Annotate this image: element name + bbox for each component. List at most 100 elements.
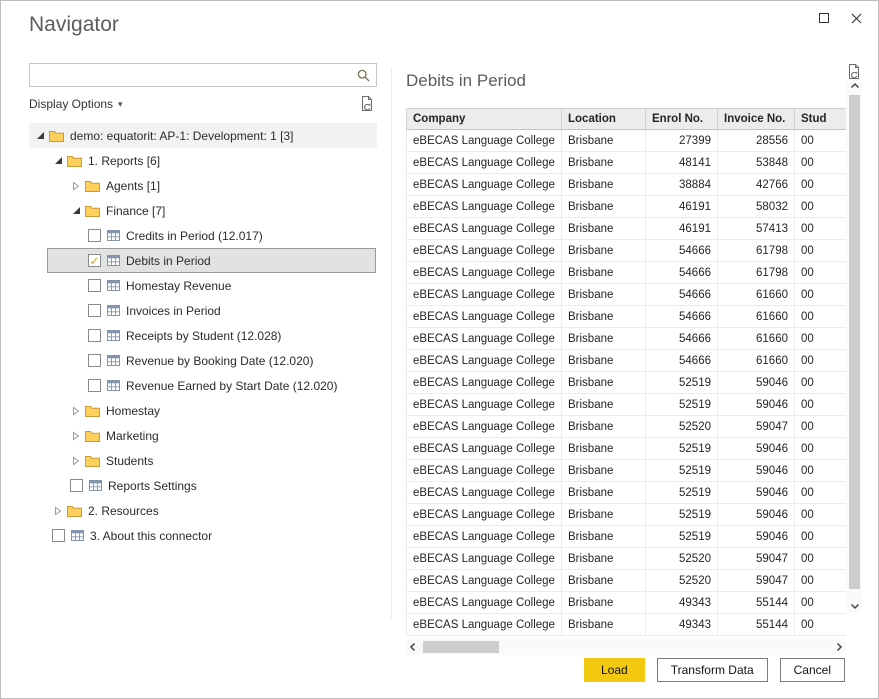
tree-item-revenue-by-booking-date-12-020[interactable]: Revenue by Booking Date (12.020) <box>29 348 377 373</box>
tree-item-demo-equatorit-ap-1-development-1-3[interactable]: demo: equatorit: AP-1: Development: 1 [3… <box>29 123 377 148</box>
item-checkbox[interactable] <box>52 529 65 542</box>
table-cell: 59047 <box>718 548 795 570</box>
expand-icon[interactable] <box>70 181 82 191</box>
navigator-dialog: Navigator Display Options ▾ <box>0 0 879 699</box>
vertical-scrollbar[interactable] <box>847 79 862 613</box>
refresh-icon[interactable] <box>359 95 375 112</box>
load-button[interactable]: Load <box>584 658 645 682</box>
table-cell: 00 <box>795 526 847 548</box>
transform-data-button[interactable]: Transform Data <box>657 658 768 682</box>
tree-item-label: Revenue by Booking Date (12.020) <box>126 354 313 368</box>
tree-item-revenue-earned-by-start-date-12-020[interactable]: Revenue Earned by Start Date (12.020) <box>29 373 377 398</box>
table-row: eBECAS Language CollegeBrisbane525195904… <box>407 372 847 394</box>
folder-icon <box>67 155 82 167</box>
table-cell: 49343 <box>646 614 718 636</box>
table-cell: 00 <box>795 152 847 174</box>
dialog-title: Navigator <box>29 13 119 37</box>
refresh-preview-icon[interactable] <box>846 63 862 80</box>
preview-title: Debits in Period <box>406 71 862 91</box>
horizontal-scrollbar[interactable] <box>406 639 846 655</box>
table-cell: Brisbane <box>562 504 646 526</box>
tree-item-3-about-this-connector[interactable]: 3. About this connector <box>29 523 377 548</box>
table-row: eBECAS Language CollegeBrisbane546666179… <box>407 240 847 262</box>
tree-item-reports-settings[interactable]: Reports Settings <box>29 473 377 498</box>
expand-icon[interactable] <box>70 406 82 416</box>
search-input[interactable] <box>35 66 350 84</box>
item-checkbox[interactable] <box>70 479 83 492</box>
tree-item-finance-7[interactable]: Finance [7] <box>29 198 377 223</box>
table-row: eBECAS Language CollegeBrisbane546666166… <box>407 328 847 350</box>
tree-item-1-reports-6[interactable]: 1. Reports [6] <box>29 148 377 173</box>
table-cell: 49343 <box>646 592 718 614</box>
tree-item-receipts-by-student-12-028[interactable]: Receipts by Student (12.028) <box>29 323 377 348</box>
maximize-button[interactable] <box>808 5 840 31</box>
display-options-dropdown[interactable]: Display Options ▾ <box>29 97 123 111</box>
tree-item-label: Credits in Period (12.017) <box>126 229 263 243</box>
scroll-right-button[interactable] <box>832 639 846 655</box>
table-icon <box>107 280 120 291</box>
footer-buttons: Load Transform Data Cancel <box>584 658 845 682</box>
table-cell: Brisbane <box>562 548 646 570</box>
collapse-icon[interactable] <box>70 206 82 215</box>
table-cell: 00 <box>795 130 847 152</box>
table-cell: eBECAS Language College <box>407 416 562 438</box>
tree-item-invoices-in-period[interactable]: Invoices in Period <box>29 298 377 323</box>
expand-icon[interactable] <box>52 506 64 516</box>
window-controls <box>808 5 872 31</box>
preview-header-row: CompanyLocationEnrol No.Invoice No.Stud <box>407 109 847 130</box>
table-cell: 00 <box>795 482 847 504</box>
table-icon <box>71 530 84 541</box>
tree-item-label: 1. Reports [6] <box>88 154 160 168</box>
item-checkbox[interactable] <box>88 229 101 242</box>
vertical-scroll-thumb[interactable] <box>849 95 860 589</box>
item-checkbox[interactable] <box>88 329 101 342</box>
tree-item-2-resources[interactable]: 2. Resources <box>29 498 377 523</box>
table-cell: eBECAS Language College <box>407 130 562 152</box>
horizontal-scroll-thumb[interactable] <box>423 641 499 653</box>
table-row: eBECAS Language CollegeBrisbane481415384… <box>407 152 847 174</box>
close-button[interactable] <box>840 5 872 31</box>
item-checkbox[interactable] <box>88 279 101 292</box>
table-cell: eBECAS Language College <box>407 196 562 218</box>
tree-item-label: 2. Resources <box>88 504 159 518</box>
search-icon[interactable] <box>356 68 371 83</box>
collapse-icon[interactable] <box>52 156 64 165</box>
left-panel: Display Options ▾ demo: equatorit: AP-1:… <box>29 63 377 548</box>
preview-panel: Debits in Period CompanyLocationEnrol No… <box>406 71 862 655</box>
scroll-up-button[interactable] <box>847 79 862 93</box>
tree-item-credits-in-period-12-017[interactable]: Credits in Period (12.017) <box>29 223 377 248</box>
table-cell: eBECAS Language College <box>407 328 562 350</box>
tree-item-homestay-revenue[interactable]: Homestay Revenue <box>29 273 377 298</box>
expand-icon[interactable] <box>70 431 82 441</box>
table-cell: 52520 <box>646 570 718 592</box>
tree-item-agents-1[interactable]: Agents [1] <box>29 173 377 198</box>
table-row: eBECAS Language CollegeBrisbane461915741… <box>407 218 847 240</box>
item-checkbox[interactable] <box>88 354 101 367</box>
tree-item-marketing[interactable]: Marketing <box>29 423 377 448</box>
item-checkbox[interactable] <box>88 379 101 392</box>
scroll-left-button[interactable] <box>406 639 420 655</box>
item-checkbox[interactable]: ✓ <box>88 254 101 267</box>
table-icon <box>107 305 120 316</box>
tree-item-debits-in-period[interactable]: ✓Debits in Period <box>29 248 377 273</box>
table-cell: 59046 <box>718 460 795 482</box>
scroll-down-button[interactable] <box>847 599 862 613</box>
tree-item-label: Revenue Earned by Start Date (12.020) <box>126 379 337 393</box>
table-cell: 42766 <box>718 174 795 196</box>
table-cell: 59046 <box>718 526 795 548</box>
table-cell: eBECAS Language College <box>407 350 562 372</box>
collapse-icon[interactable] <box>34 131 46 140</box>
tree-item-label: Marketing <box>106 429 159 443</box>
cancel-button[interactable]: Cancel <box>780 658 845 682</box>
table-cell: 54666 <box>646 306 718 328</box>
maximize-icon <box>819 13 829 23</box>
table-cell: 00 <box>795 240 847 262</box>
expand-icon[interactable] <box>70 456 82 466</box>
table-cell: 00 <box>795 416 847 438</box>
tree-item-homestay[interactable]: Homestay <box>29 398 377 423</box>
tree-item-label: demo: equatorit: AP-1: Development: 1 [3… <box>70 129 293 143</box>
tree-item-students[interactable]: Students <box>29 448 377 473</box>
table-cell: 57413 <box>718 218 795 240</box>
tree-item-label: Finance [7] <box>106 204 165 218</box>
item-checkbox[interactable] <box>88 304 101 317</box>
